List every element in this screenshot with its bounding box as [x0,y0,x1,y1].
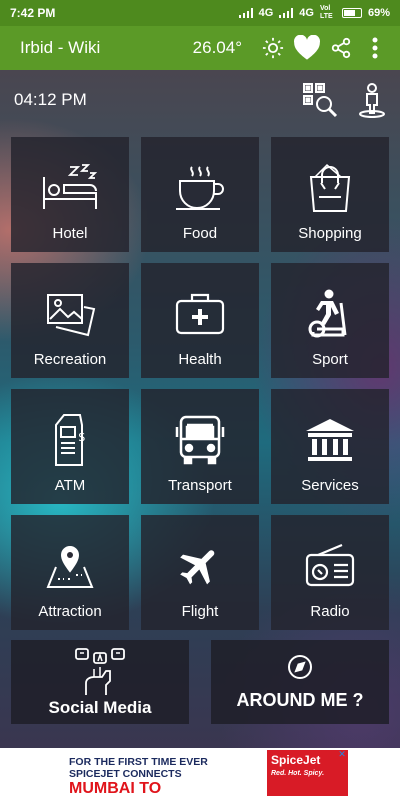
tile-label: Flight [181,603,219,620]
compass-icon [287,650,313,684]
tile-atm[interactable]: $ ATM [11,389,129,504]
map-pin-icon [44,533,96,599]
sun-icon[interactable] [258,33,288,63]
tile-label: Food [182,225,218,242]
tile-label: Health [178,351,222,368]
tile-hotel[interactable]: Hotel [11,137,129,252]
tile-label: Radio [310,603,350,620]
ad-tagline: Red. Hot. Spicy. [271,770,325,777]
clock: 04:12 PM [14,90,87,109]
ad-banner[interactable]: FOR THE FIRST TIME EVER SPICEJET CONNECT… [0,748,400,800]
social-media-button[interactable]: Social Media [11,640,189,724]
tile-services[interactable]: Services [271,389,389,504]
tile-shopping[interactable]: Shopping [271,137,389,252]
atm-machine-icon: $ [50,407,90,473]
ad-line-1: FOR THE FIRST TIME EVER [69,756,208,768]
network-label-1: 4G [258,7,274,19]
app-bar: Irbid - Wiki 26.04° [0,26,400,70]
bank-building-icon [304,407,356,473]
social-hand-icon [72,646,128,698]
ad-close-icon[interactable]: ✕ [336,748,348,760]
tile-label: Shopping [298,225,362,242]
exercise-bike-icon [307,281,353,347]
volte-label: Vol LTE [319,5,333,20]
more-options-icon[interactable] [360,33,390,63]
around-me-button[interactable]: AROUND ME ? [211,640,389,724]
tile-label: Attraction [38,603,102,620]
around-me-label: AROUND ME ? [236,690,364,710]
ad-line-3: MUMBAI TO [69,780,162,797]
tile-transport[interactable]: Transport [141,389,259,504]
tile-label: Recreation [33,351,107,368]
heart-icon[interactable] [292,33,322,63]
tile-radio[interactable]: Radio [271,515,389,630]
app-title: Irbid - Wiki [20,38,101,57]
tile-flight[interactable]: Flight [141,515,259,630]
status-bar: 7:42 PM 4G 4G Vol LTE 69% [0,0,400,26]
airplane-icon [176,533,224,599]
tile-recreation[interactable]: Recreation [11,263,129,378]
tile-label: ATM [54,477,86,494]
battery-level: 69% [367,7,390,19]
shopping-bag-icon [305,155,355,221]
signal-icon-2 [279,8,294,18]
status-icons: 4G 4G Vol LTE 69% [238,5,390,21]
tile-label: Sport [312,351,348,368]
social-media-label: Social Media [48,698,152,717]
ad-content[interactable]: FOR THE FIRST TIME EVER SPICEJET CONNECT… [55,748,348,800]
tile-label: Services [301,477,359,494]
ad-line-2: SPICEJET CONNECTS [69,768,182,780]
coffee-cup-icon [174,155,226,221]
tile-health[interactable]: Health [141,263,259,378]
radio-icon [304,533,356,599]
tile-attraction[interactable]: Attraction [11,515,129,630]
temperature: 26.04° [192,38,242,57]
bus-icon [175,407,225,473]
svg-text:$: $ [78,430,86,444]
signal-icon [238,8,253,18]
battery-icon [341,8,362,18]
bed-icon [40,155,100,221]
first-aid-kit-icon [174,281,226,347]
qr-search-icon[interactable] [300,80,340,120]
network-label-2: 4G [299,7,314,19]
tile-label: Transport [168,477,232,494]
tile-label: Hotel [52,225,88,242]
ad-brand-name: SpiceJet [271,753,321,767]
tile-sport[interactable]: Sport [271,263,389,378]
tile-food[interactable]: Food [141,137,259,252]
share-icon[interactable] [326,33,356,63]
status-time: 7:42 PM [10,6,56,20]
person-icon[interactable] [352,80,392,120]
pictures-icon [44,281,96,347]
